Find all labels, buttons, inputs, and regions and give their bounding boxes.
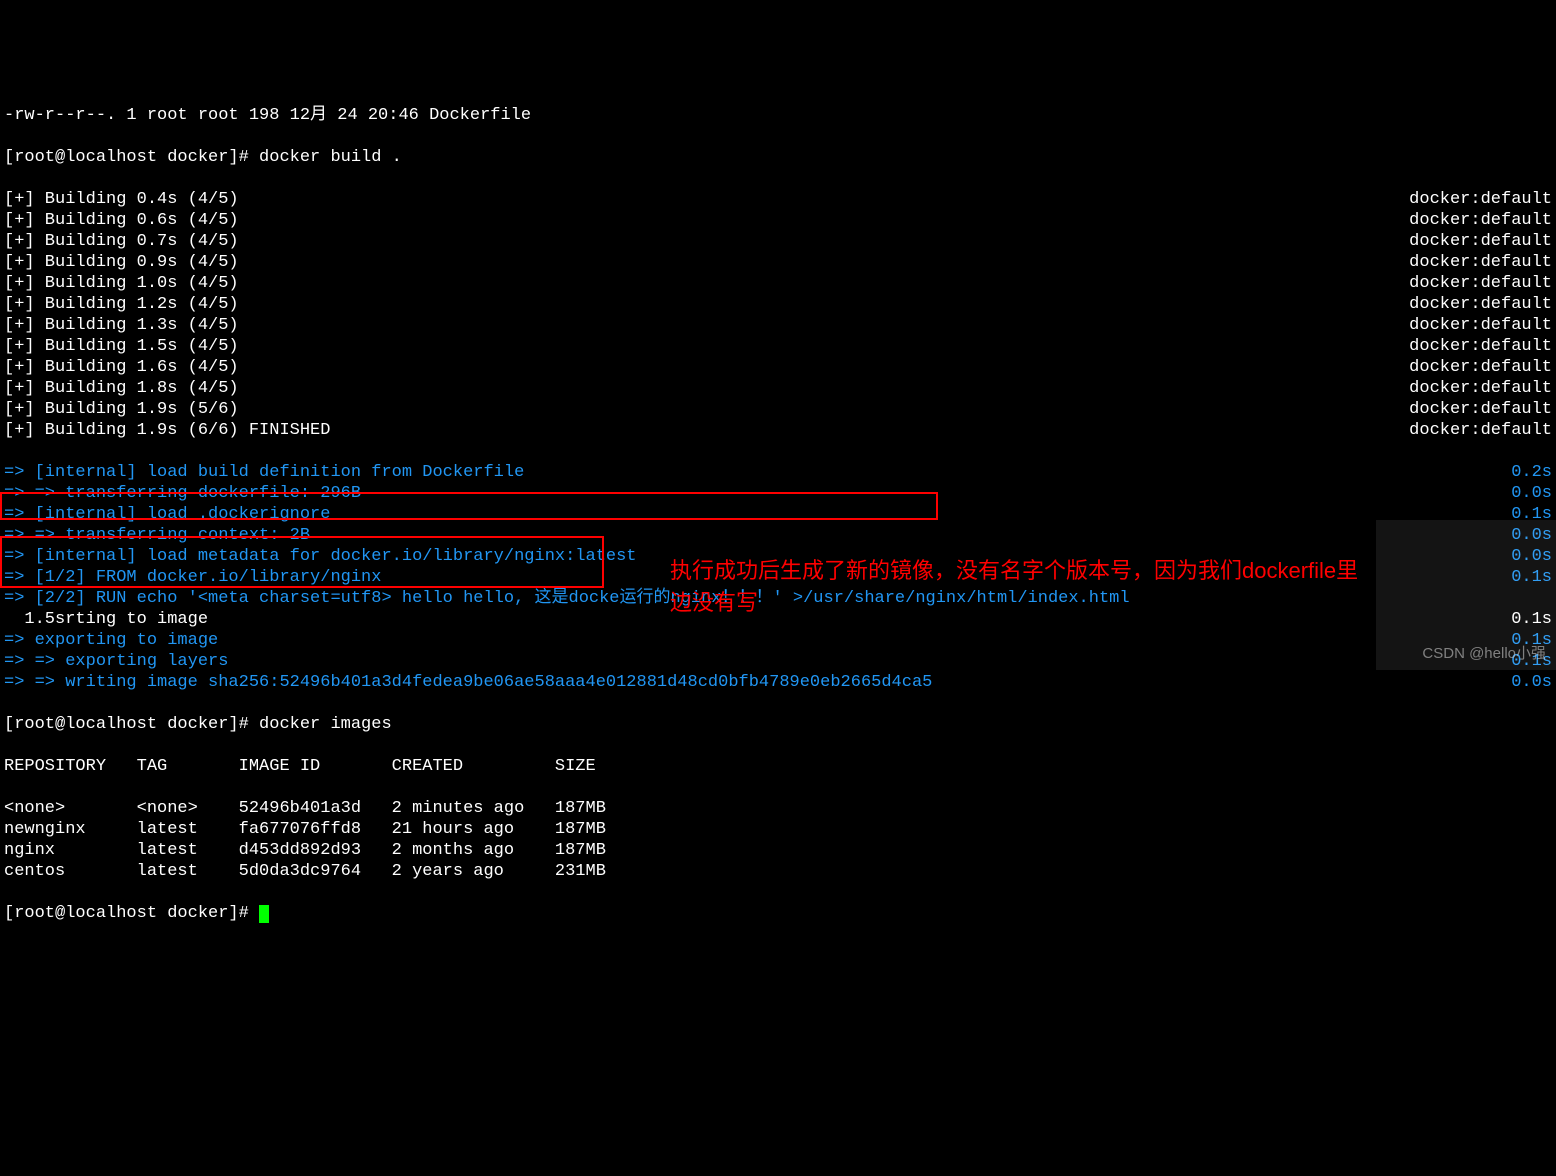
- build-line: [+] Building 0.4s (4/5)docker:default: [4, 189, 1552, 210]
- build-line: [+] Building 1.9s (5/6)docker:default: [4, 399, 1552, 420]
- build-step: => exporting to image0.1s: [4, 630, 1552, 651]
- build-step: => => transferring context: 2B0.0s: [4, 525, 1552, 546]
- prompt-cursor[interactable]: [root@localhost docker]#: [4, 903, 1552, 924]
- annotation-text: 执行成功后生成了新的镜像，没有名字个版本号，因为我们dockerfile里边没有…: [670, 555, 1380, 619]
- build-line: [+] Building 0.9s (4/5)docker:default: [4, 252, 1552, 273]
- build-line: [+] Building 1.6s (4/5)docker:default: [4, 357, 1552, 378]
- build-step: => => transferring dockerfile: 296B0.0s: [4, 483, 1552, 504]
- build-line: [+] Building 1.0s (4/5)docker:default: [4, 273, 1552, 294]
- build-step: => [internal] load .dockerignore0.1s: [4, 504, 1552, 525]
- image-row: centos latest 5d0da3dc9764 2 years ago 2…: [4, 861, 1552, 882]
- prompt-build: [root@localhost docker]# docker build .: [4, 147, 1552, 168]
- build-line: [+] Building 1.3s (4/5)docker:default: [4, 315, 1552, 336]
- cursor-block: [259, 905, 269, 923]
- terminal[interactable]: -rw-r--r--. 1 root root 198 12月 24 20:46…: [0, 84, 1556, 945]
- build-line: [+] Building 0.6s (4/5)docker:default: [4, 210, 1552, 231]
- build-line: [+] Building 1.5s (4/5)docker:default: [4, 336, 1552, 357]
- build-step: => [internal] load build definition from…: [4, 462, 1552, 483]
- image-row: <none> <none> 52496b401a3d 2 minutes ago…: [4, 798, 1552, 819]
- build-line: [+] Building 1.9s (6/6) FINISHEDdocker:d…: [4, 420, 1552, 441]
- build-line: [+] Building 0.7s (4/5)docker:default: [4, 231, 1552, 252]
- build-line: [+] Building 1.2s (4/5)docker:default: [4, 294, 1552, 315]
- image-row: nginx latest d453dd892d93 2 months ago 1…: [4, 840, 1552, 861]
- build-step: => => exporting layers0.1s: [4, 651, 1552, 672]
- watermark: CSDN @hello小强: [1422, 643, 1546, 664]
- build-step: => => writing image sha256:52496b401a3d4…: [4, 672, 1552, 693]
- image-row: newnginx latest fa677076ffd8 21 hours ag…: [4, 819, 1552, 840]
- table-header: REPOSITORY TAG IMAGE ID CREATED SIZE: [4, 756, 1552, 777]
- build-line: [+] Building 1.8s (4/5)docker:default: [4, 378, 1552, 399]
- ls-output: -rw-r--r--. 1 root root 198 12月 24 20:46…: [4, 105, 1552, 126]
- prompt-images: [root@localhost docker]# docker images: [4, 714, 1552, 735]
